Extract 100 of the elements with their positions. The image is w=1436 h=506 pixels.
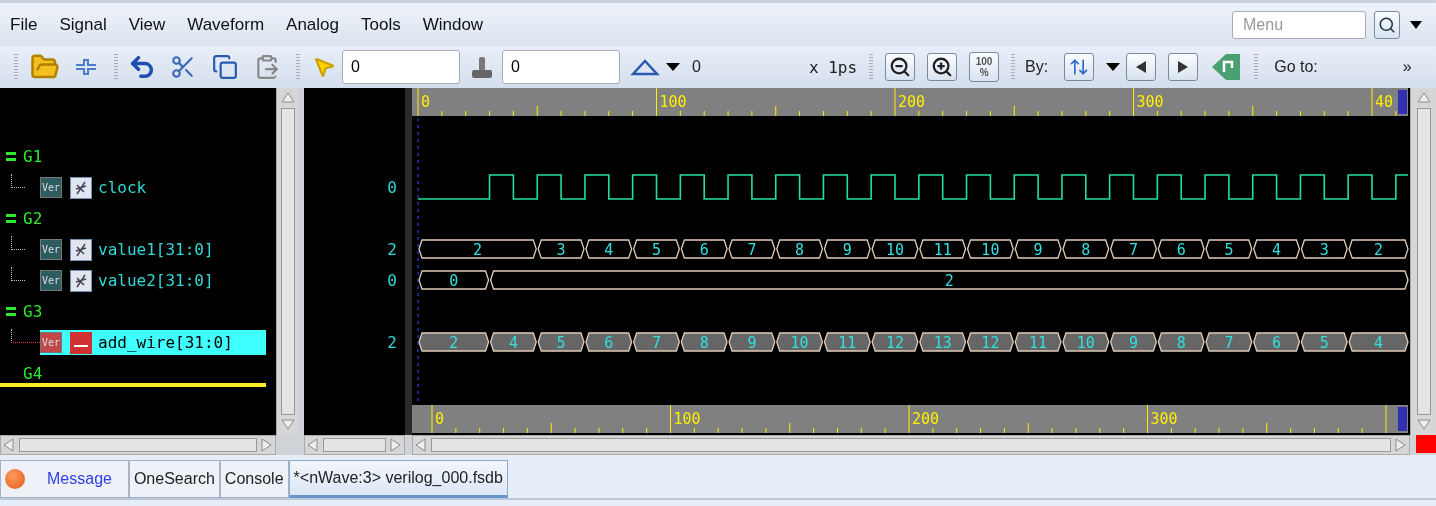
goto-label: Go to:: [1274, 58, 1318, 76]
ruler-label: 0: [421, 93, 431, 111]
source-badge: Ver: [40, 239, 62, 260]
pointer-icon[interactable]: [312, 55, 336, 79]
horizontal-scrollbar[interactable]: [0, 435, 276, 455]
tree-connector: [11, 267, 25, 281]
previous-button[interactable]: [1126, 53, 1157, 81]
source-badge: Ver: [40, 270, 62, 291]
scroll-left-icon[interactable]: [305, 437, 321, 453]
view-marker: [1398, 90, 1407, 114]
cut-icon[interactable]: [170, 54, 196, 80]
vertical-scrollbar[interactable]: [1410, 88, 1436, 435]
status-indicator: [1416, 435, 1436, 453]
bus-value: 9: [1033, 241, 1043, 259]
signal-name: add_wire[31:0]: [98, 333, 233, 352]
bus-value: 2: [944, 272, 954, 290]
tab[interactable]: *<nWave:3> verilog_000.fsdb: [288, 460, 508, 498]
signal-name: value1[31:0]: [98, 240, 214, 259]
tab[interactable]: Message: [0, 460, 129, 498]
menu-item[interactable]: Waveform: [187, 14, 265, 35]
zoom-fit-button[interactable]: 100 %: [969, 52, 1000, 82]
register-icon: [70, 176, 92, 199]
caret-icon[interactable]: [666, 62, 680, 72]
expand-icon[interactable]: [6, 307, 16, 316]
paste-icon[interactable]: [254, 54, 280, 80]
cursor-time-field[interactable]: 0: [342, 50, 460, 84]
group-name[interactable]: G2: [23, 209, 43, 228]
bus-value: 8: [1176, 334, 1186, 352]
signal-value: 0: [387, 271, 397, 290]
zoom-out-button[interactable]: [885, 53, 916, 81]
delta-value: 0: [692, 58, 701, 76]
bus-value: 8: [795, 241, 805, 259]
bus-value: 10: [885, 241, 905, 259]
tab[interactable]: Console: [219, 460, 289, 498]
bus-value: 10: [981, 241, 1000, 259]
search-button[interactable]: [1374, 10, 1400, 39]
more-button[interactable]: »: [1402, 58, 1412, 76]
signal-row[interactable]: Ver value1[31:0]: [40, 237, 266, 262]
ruler-label: 0: [435, 410, 445, 428]
bus-value: 11: [933, 241, 952, 259]
scroll-up-icon[interactable]: [279, 90, 296, 106]
tab[interactable]: OneSearch: [128, 460, 220, 498]
scroll-left-icon[interactable]: [413, 437, 429, 453]
group-name[interactable]: G1: [23, 147, 43, 166]
ruler-label: 200: [898, 93, 926, 111]
bus-value: 9: [747, 334, 757, 352]
register-icon: [70, 269, 92, 292]
horizontal-scrollbar[interactable]: [412, 435, 1410, 455]
waveform-view[interactable]: 0 100 200 300 40 2 3 4 5 6 7 8 9 10 11 10 9 8 7 6 5 4 3 2 0 2 2 4 5 6 7 8 9 10 11 12 13 12 11 10 9 8 7 6 5 4 0 100 200 300: [412, 88, 1410, 435]
expand-icon[interactable]: [6, 152, 16, 161]
search-by-button[interactable]: [1064, 53, 1095, 81]
bus-value: 4: [508, 334, 518, 352]
caret-icon[interactable]: [1106, 62, 1121, 72]
menu-item[interactable]: File: [10, 14, 38, 35]
search-icon: [1378, 15, 1396, 34]
expand-icon[interactable]: [6, 214, 16, 223]
vertical-scrollbar[interactable]: [276, 88, 298, 435]
tree-connector: [11, 174, 25, 188]
ruler-label: 100: [673, 410, 701, 428]
undo-icon[interactable]: [128, 53, 156, 81]
signal-row[interactable]: Ver add_wire[31:0]: [40, 330, 266, 355]
group-name[interactable]: G4: [23, 364, 43, 383]
ruler-label: 300: [1136, 93, 1164, 111]
signal-row[interactable]: Ver clock: [40, 175, 266, 200]
marker-time-field[interactable]: 0: [502, 50, 620, 84]
horizontal-scrollbar[interactable]: [304, 435, 405, 455]
delta-icon[interactable]: [630, 57, 660, 77]
menu-item[interactable]: Window: [422, 14, 484, 35]
bus-value: 13: [933, 334, 952, 352]
signal-row[interactable]: Ver value2[31:0]: [40, 268, 266, 293]
bus-value: 9: [842, 241, 852, 259]
menu-search-field[interactable]: Menu: [1232, 10, 1366, 39]
message-icon: [5, 469, 25, 489]
copy-icon[interactable]: [212, 54, 238, 80]
scroll-left-icon[interactable]: [1, 437, 17, 453]
bus-value: 2: [473, 241, 483, 259]
group-name[interactable]: G3: [23, 302, 43, 321]
left-triangle-icon: [1134, 60, 1149, 74]
menu-item[interactable]: Tools: [361, 14, 401, 35]
bus-value: 4: [604, 241, 614, 259]
ruler-label: 200: [912, 410, 940, 428]
caret-icon[interactable]: [1410, 19, 1422, 30]
bus-value: 8: [699, 334, 709, 352]
signal-value: 2: [387, 240, 397, 259]
zoom-in-button[interactable]: [927, 53, 958, 81]
ruler-label: 300: [1150, 410, 1178, 428]
bus-value: 8: [1081, 241, 1091, 259]
bus-value: 4: [1374, 334, 1384, 352]
menu-item[interactable]: Signal: [59, 14, 107, 35]
bus-value: 0: [449, 272, 459, 290]
bus-value: 11: [838, 334, 857, 352]
bus-value: 3: [1319, 241, 1329, 259]
scroll-up-icon[interactable]: [1415, 90, 1432, 106]
bus-value: 5: [1319, 334, 1329, 352]
bus-value: 3: [556, 241, 566, 259]
menu-item[interactable]: View: [128, 14, 166, 35]
menu-item[interactable]: Analog: [286, 14, 339, 35]
bus-value: 12: [885, 334, 905, 352]
next-button[interactable]: [1168, 53, 1199, 81]
ruler-label: 100: [659, 93, 687, 111]
